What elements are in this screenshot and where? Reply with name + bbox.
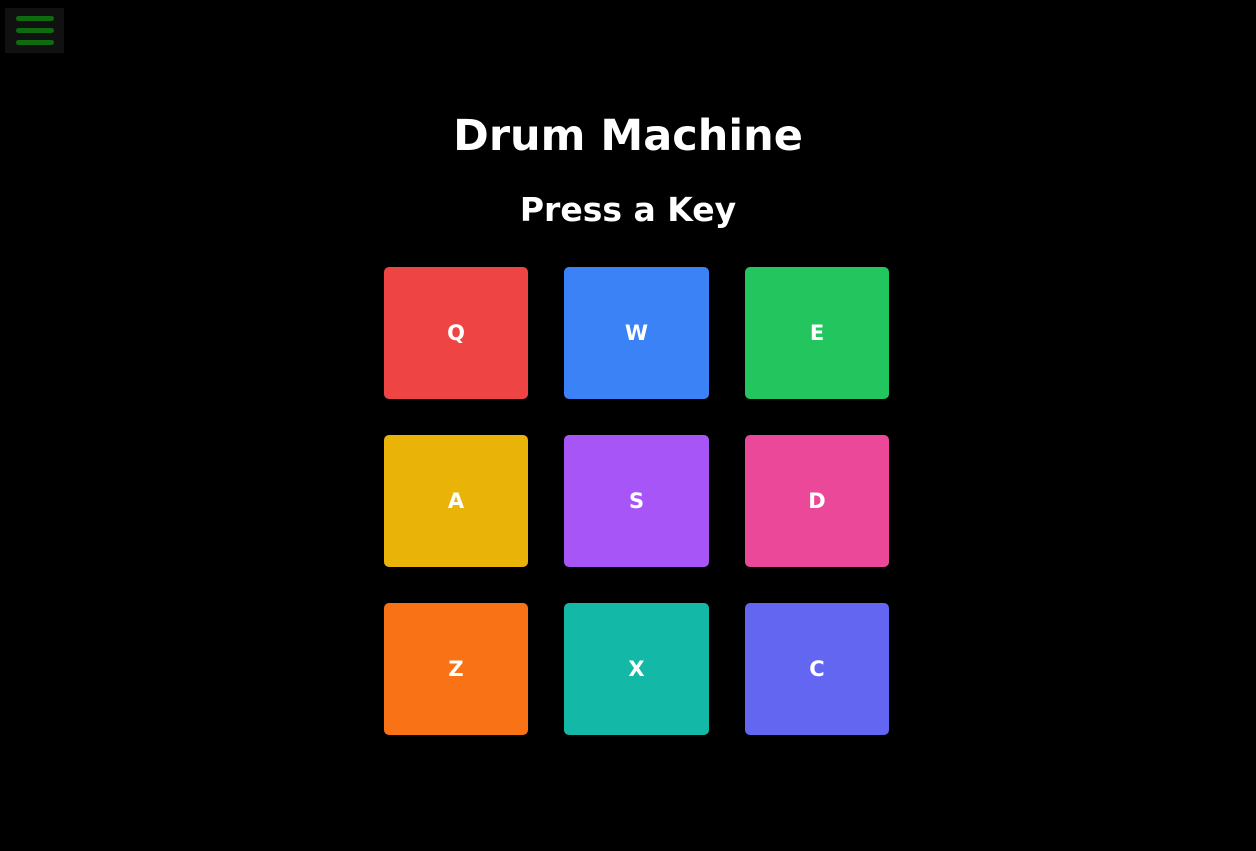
drum-pad-c[interactable]: C [745, 603, 889, 735]
menu-button[interactable] [5, 8, 64, 53]
drum-pad-z[interactable]: Z [384, 603, 528, 735]
drum-pad-s[interactable]: S [564, 435, 709, 567]
page-title: Drum Machine [453, 111, 803, 161]
drum-pad-x[interactable]: X [564, 603, 709, 735]
drum-pad-w[interactable]: W [564, 267, 709, 399]
drum-pad-grid: Q W E A S D Z X C [384, 267, 889, 735]
menu-bar [16, 16, 54, 21]
menu-bar [16, 28, 54, 33]
drum-pad-e[interactable]: E [745, 267, 889, 399]
display-text: Press a Key [519, 190, 737, 229]
drum-pad-d[interactable]: D [745, 435, 889, 567]
drum-pad-a[interactable]: A [384, 435, 528, 567]
drum-pad-q[interactable]: Q [384, 267, 528, 399]
menu-bar [16, 40, 54, 45]
